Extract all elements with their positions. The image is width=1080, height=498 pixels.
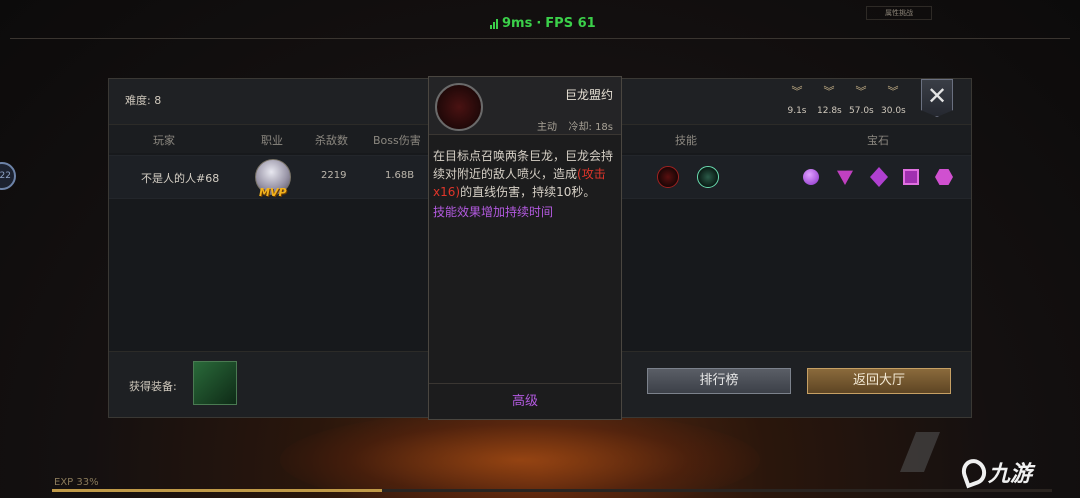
- watermark-logo: 九游: [958, 455, 1033, 489]
- buff-item[interactable]: ︾ 12.8s: [817, 85, 842, 116]
- col-player: 玩家: [153, 134, 175, 147]
- buff-item[interactable]: ︾ 9.1s: [785, 85, 809, 116]
- level-badge[interactable]: 22: [0, 162, 16, 190]
- challenge-tag[interactable]: 属性挑战: [866, 6, 932, 20]
- col-skills: 技能: [675, 134, 697, 147]
- network-status: 9ms · FPS 61: [490, 16, 596, 31]
- skill-name: 巨龙盟约: [564, 88, 613, 102]
- equipment-boot-icon[interactable]: [193, 361, 237, 405]
- skill-description: 在目标点召唤两条巨龙，巨龙会持续对附近的敌人喷火，造成(攻击x16)的直线伤害，…: [433, 147, 619, 201]
- desc-part2: 的直线伤害，持续10秒。: [460, 185, 596, 199]
- tooltip-header: 巨龙盟约 主动 冷却: 18s: [429, 77, 621, 135]
- logo-mark-icon: [958, 455, 990, 489]
- gem-icon[interactable]: [803, 169, 819, 185]
- top-divider: [10, 38, 1070, 39]
- player-name: 不是人的人#68: [141, 172, 220, 185]
- chevron-decoration: [900, 432, 940, 472]
- skill-tooltip: 巨龙盟约 主动 冷却: 18s 在目标点召唤两条巨龙，巨龙会持续对附近的敌人喷火…: [428, 76, 622, 420]
- skill-bonus: 技能效果增加持续时间: [433, 205, 554, 219]
- buff-time: 12.8s: [817, 106, 842, 116]
- exp-fill: [52, 489, 382, 492]
- return-lobby-button[interactable]: 返回大厅: [807, 368, 951, 394]
- gem-icon[interactable]: [903, 169, 919, 185]
- buff-chevron-icon: ︾: [823, 85, 835, 98]
- skill-cooldown: 冷却: 18s: [568, 122, 613, 133]
- buff-time: 9.1s: [787, 106, 807, 116]
- buff-chevron-icon: ︾: [887, 85, 899, 98]
- latency-text: 9ms: [502, 16, 533, 31]
- exp-bar: [52, 489, 1052, 492]
- gem-icon[interactable]: [837, 170, 853, 185]
- skill-rank-button[interactable]: 高级: [429, 383, 621, 419]
- difficulty-label: 难度: 8: [125, 94, 162, 107]
- buff-chevron-icon: ︾: [791, 85, 803, 98]
- col-class: 职业: [261, 134, 283, 147]
- equip-label: 获得装备:: [129, 380, 177, 393]
- buff-time: 30.0s: [881, 106, 906, 116]
- separator: ·: [536, 16, 542, 31]
- boss-damage-value: 1.68B: [385, 170, 415, 181]
- fps-text: FPS 61: [545, 16, 596, 31]
- dragon-icon: [435, 83, 483, 131]
- dragon-icon[interactable]: [657, 166, 679, 188]
- gem-icon[interactable]: [935, 169, 953, 185]
- signal-icon: [490, 18, 498, 29]
- col-kills: 杀敌数: [315, 134, 348, 147]
- background-lava-glow: [280, 410, 760, 498]
- buff-item[interactable]: ︾ 30.0s: [881, 85, 906, 116]
- buff-time: 57.0s: [849, 106, 874, 116]
- col-boss-damage: Boss伤害: [373, 134, 421, 147]
- buff-list: ︾ 9.1s ︾ 12.8s ︾ 57.0s ︾ 30.0s: [785, 85, 905, 116]
- logo-text: 九游: [988, 462, 1033, 487]
- skill-type: 主动: [537, 122, 557, 133]
- col-gems: 宝石: [867, 134, 889, 147]
- buff-chevron-icon: ︾: [855, 85, 867, 98]
- close-button[interactable]: ✕: [921, 79, 953, 117]
- exp-label: EXP 33%: [54, 477, 99, 488]
- mvp-badge: MVP: [259, 186, 287, 199]
- gem-icon[interactable]: [870, 167, 888, 187]
- leaderboard-button[interactable]: 排行榜: [647, 368, 791, 394]
- buff-item[interactable]: ︾ 57.0s: [849, 85, 874, 116]
- spirit-skill-icon[interactable]: [697, 166, 719, 188]
- kills-value: 2219: [321, 170, 347, 181]
